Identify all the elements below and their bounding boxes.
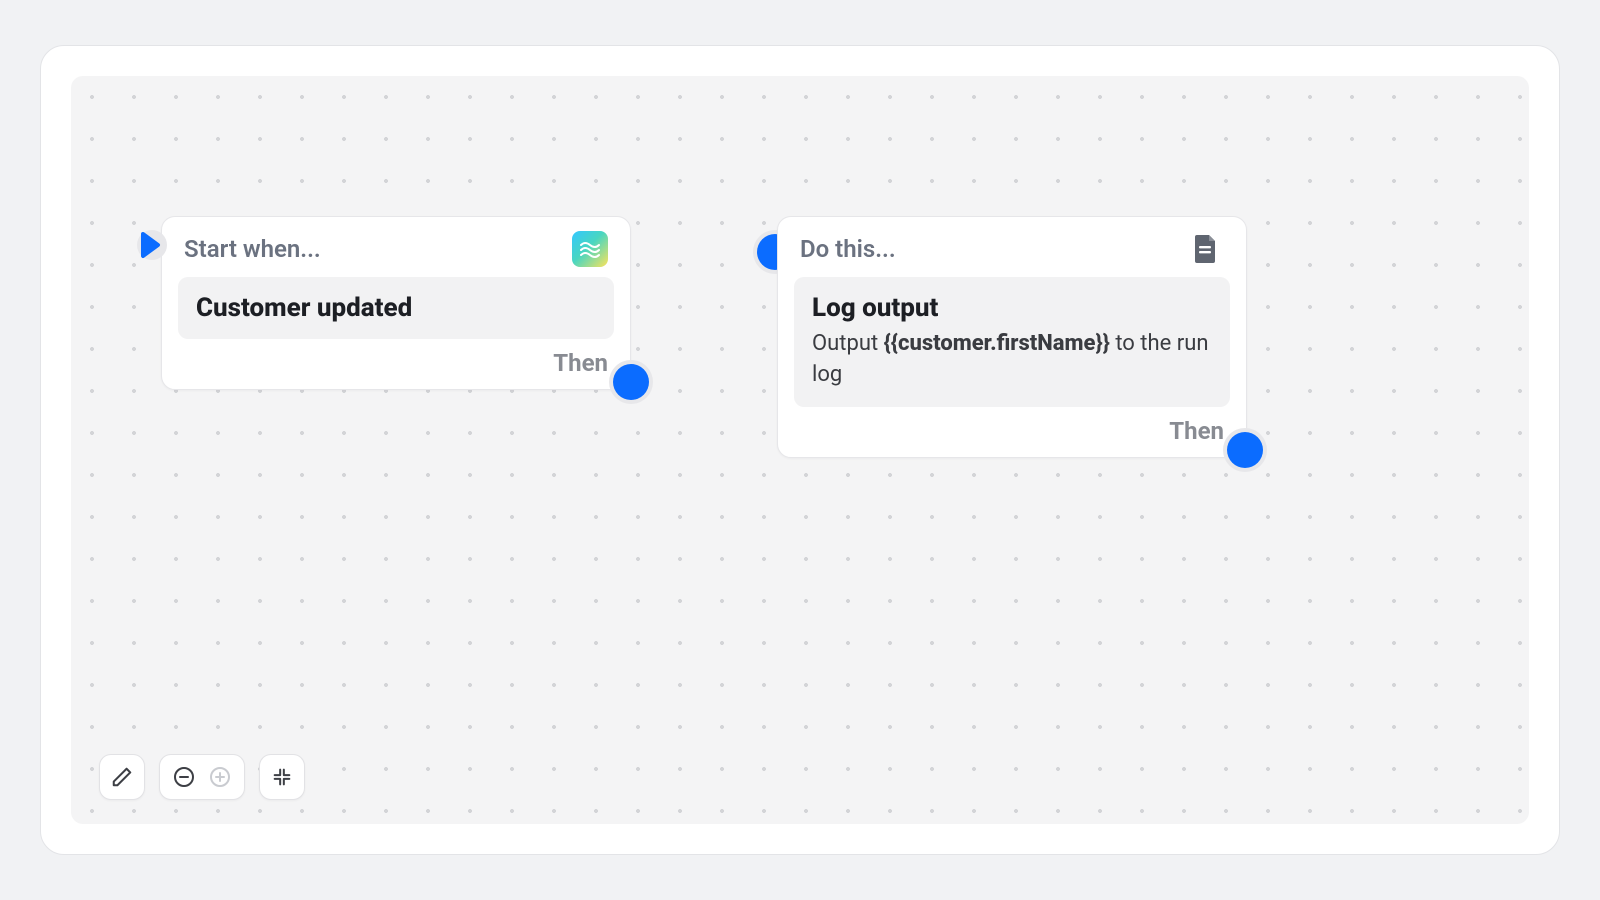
trigger-body: Customer updated [178,277,614,339]
zoom-out-button[interactable] [166,759,202,795]
trigger-output-port[interactable] [613,364,649,400]
minus-circle-icon [172,765,196,789]
trigger-head: Start when... [178,231,614,277]
document-icon [1188,231,1224,267]
canvas-toolbar [99,754,305,800]
trigger-head-label: Start when... [184,235,321,263]
workflow-canvas[interactable]: Start when... Customer updated Then [71,76,1529,824]
trigger-foot: Then [178,339,614,377]
trigger-node[interactable]: Start when... Customer updated Then [161,216,631,390]
trigger-then-label: Then [553,349,608,377]
plus-circle-icon [208,765,232,789]
action-desc-variable: {{customer.firstName}} [884,331,1110,356]
action-desc-prefix: Output [812,331,884,356]
action-body: Log output Output {{customer.firstName}}… [794,277,1230,407]
zoom-group [159,754,245,800]
action-output-port[interactable] [1227,432,1263,468]
pencil-icon [111,766,133,788]
zoom-in-button[interactable] [202,759,238,795]
flow-app-icon [572,231,608,267]
connector-wire [71,76,371,226]
trigger-start-port [140,231,162,263]
action-title: Log output [812,293,1212,323]
action-foot: Then [794,407,1230,445]
trigger-title: Customer updated [196,293,596,323]
workflow-viewport: Start when... Customer updated Then [40,45,1560,855]
action-then-label: Then [1169,417,1224,445]
fit-view-button[interactable] [259,754,305,800]
action-head-label: Do this... [800,235,896,263]
collapse-icon [271,766,293,788]
action-head: Do this... [794,231,1230,277]
edit-button[interactable] [99,754,145,800]
action-description: Output {{customer.firstName}} to the run… [812,329,1212,391]
action-node[interactable]: Do this... Log output Output {{customer.… [777,216,1247,458]
